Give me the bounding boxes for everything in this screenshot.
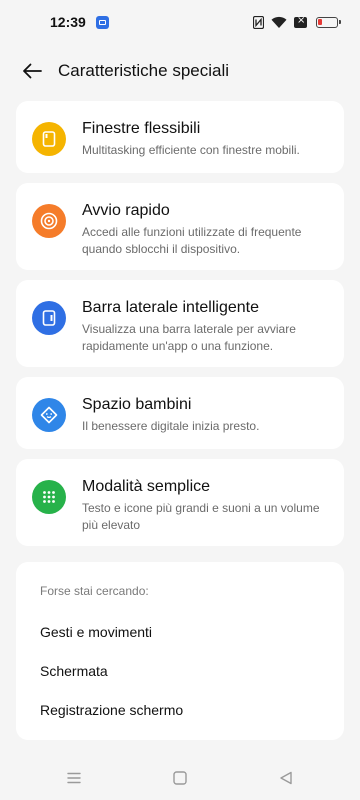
feature-card-quick-launch[interactable]: Avvio rapido Accedi alle funzioni utiliz… [16,183,344,270]
quick-launch-icon [32,204,66,238]
feature-description: Visualizza una barra laterale per avviar… [82,322,296,353]
feature-card-flexible-windows[interactable]: Finestre flessibili Multitasking efficie… [16,101,344,173]
kids-space-icon [32,398,66,432]
feature-card-simple-mode[interactable]: Modalità semplice Testo e icone più gran… [16,459,344,546]
suggestion-gestures[interactable]: Gesti e movimenti [40,625,320,640]
feature-list: Finestre flessibili Multitasking efficie… [16,101,344,556]
wifi-icon [271,16,287,28]
feature-description: Accedi alle funzioni utilizzate di frequ… [82,225,302,256]
feature-description: Il benessere digitale inizia presto. [82,419,260,433]
vpn-x-icon [294,15,307,28]
feature-title: Spazio bambini [82,396,192,413]
back-button[interactable] [12,51,52,91]
feature-card-smart-sidebar[interactable]: Barra laterale intelligente Visualizza u… [16,280,344,367]
feature-title: Avvio rapido [82,202,170,219]
status-bar: 12:39 [0,0,360,44]
suggestions-card: Forse stai cercando: Gesti e movimenti S… [16,562,344,740]
feature-title: Finestre flessibili [82,120,201,137]
suggestion-screenshot[interactable]: Schermata [40,664,320,679]
feature-description: Multitasking efficiente con finestre mob… [82,143,300,157]
recents-button[interactable] [56,763,92,793]
feature-description: Testo e icone più grandi e suoni a un vo… [82,501,320,532]
app-header: Caratteristiche speciali [0,50,360,92]
simple-mode-icon [32,480,66,514]
page-title: Caratteristiche speciali [58,61,230,80]
flexible-window-icon [32,122,66,156]
square-icon [173,771,187,785]
system-nav-bar [0,760,360,796]
triangle-back-icon [280,771,292,785]
status-time: 12:39 [50,14,86,30]
status-icons [253,15,341,29]
back-nav-button[interactable] [268,763,304,793]
home-button[interactable] [162,763,198,793]
feature-title: Barra laterale intelligente [82,299,259,316]
menu-icon [67,772,81,784]
suggestion-screen-recording[interactable]: Registrazione schermo [40,703,320,718]
smart-sidebar-icon [32,301,66,335]
back-arrow-icon [23,63,42,79]
nfc-icon [253,15,264,29]
suggestions-header: Forse stai cercando: [40,584,149,598]
feature-card-kids-space[interactable]: Spazio bambini Il benessere digitale ini… [16,377,344,449]
notification-app-icon [95,15,109,29]
battery-icon [316,16,341,28]
feature-title: Modalità semplice [82,478,211,495]
